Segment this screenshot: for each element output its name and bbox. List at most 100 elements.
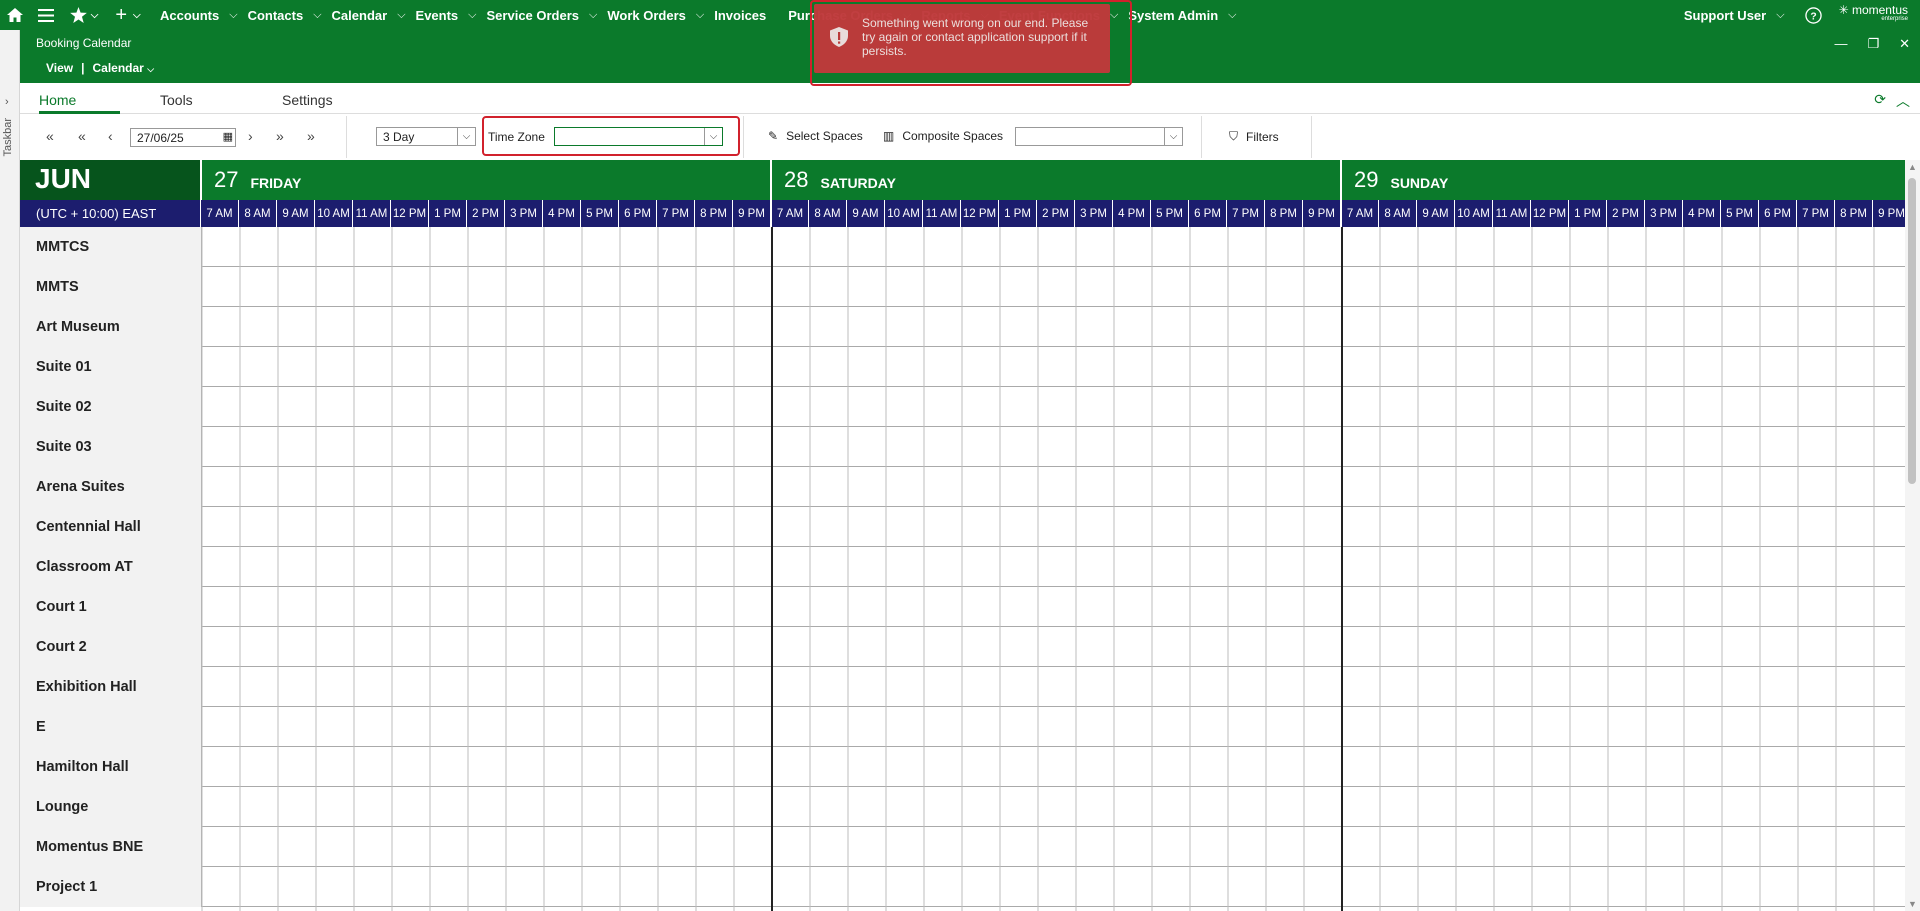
calendar-picker-icon[interactable]: ▦ <box>223 130 233 143</box>
filters-button[interactable]: ⛉ Filters <box>1229 129 1279 144</box>
space-row[interactable]: Hamilton Hall <box>20 747 1905 787</box>
hour-label: 2 PM <box>466 200 504 227</box>
day-header-3: 29 SUNDAY <box>1340 160 1905 200</box>
scroll-up-icon[interactable]: ▲ <box>1908 162 1917 172</box>
space-row[interactable]: Centennial Hall <box>20 507 1905 547</box>
space-label: E <box>20 707 202 747</box>
timezone-select[interactable]: ⌵ <box>554 127 723 146</box>
space-row[interactable]: E <box>20 707 1905 747</box>
minimize-icon[interactable]: — <box>1834 36 1847 52</box>
last-page-icon[interactable]: » <box>307 128 315 144</box>
date-field[interactable]: 27/06/25 ▦ <box>130 128 236 147</box>
space-row[interactable]: Classroom AT <box>20 547 1905 587</box>
filters-label: Filters <box>1246 129 1279 144</box>
chevron-down-icon[interactable]: ⌵ <box>457 128 475 145</box>
home-icon[interactable] <box>0 0 30 30</box>
space-row[interactable]: Suite 03 <box>20 427 1905 467</box>
hour-label: 9 PM <box>1872 200 1905 227</box>
refresh-icon[interactable]: ⟳ <box>1874 91 1886 111</box>
space-label: MMTCS <box>20 227 202 267</box>
hour-label: 7 PM <box>1226 200 1264 227</box>
hour-label: 1 PM <box>1568 200 1606 227</box>
nav-item-invoices[interactable]: Invoices <box>714 0 788 30</box>
nav-item-work-orders[interactable]: Work Orders ⌵ <box>607 0 714 30</box>
nav-item-label: Work Orders <box>607 7 686 23</box>
hour-label: 3 PM <box>504 200 542 227</box>
view-select[interactable]: 3 Day ⌵ <box>376 127 476 146</box>
timezone-row-label: (UTC + 10:00) EAST <box>20 200 200 227</box>
user-menu[interactable]: Support User ⌵ <box>1684 0 1795 30</box>
restore-icon[interactable]: ❐ <box>1867 36 1879 52</box>
nav-item-accounts[interactable]: Accounts ⌵ <box>160 0 248 30</box>
taskbar[interactable]: › Taskbar <box>0 30 20 911</box>
vertical-scrollbar[interactable]: ▲ ▼ <box>1905 160 1920 911</box>
space-row[interactable]: Lounge <box>20 787 1905 827</box>
space-row[interactable]: Exhibition Hall <box>20 667 1905 707</box>
hour-label: 3 PM <box>1644 200 1682 227</box>
scrollbar-thumb[interactable] <box>1908 178 1916 484</box>
tab-settings[interactable]: Settings <box>282 92 333 108</box>
error-toast[interactable]: Something went wrong on our end. Please … <box>814 4 1110 73</box>
day-number: 27 <box>214 167 239 192</box>
tab-tools[interactable]: Tools <box>160 92 193 108</box>
space-row[interactable]: Court 2 <box>20 627 1905 667</box>
hour-label: 1 PM <box>998 200 1036 227</box>
composite-spaces-button[interactable]: ▥ Composite Spaces <box>883 129 1003 143</box>
space-row[interactable]: Court 1 <box>20 587 1905 627</box>
space-row[interactable]: Momentus BNE <box>20 827 1905 867</box>
toolbar-separator <box>1311 116 1312 158</box>
next-week-icon[interactable]: » <box>276 128 284 144</box>
space-label: Exhibition Hall <box>20 667 202 707</box>
space-row[interactable]: MMTCS <box>20 227 1905 267</box>
nav-item-events[interactable]: Events ⌵ <box>416 0 487 30</box>
collapse-up-icon[interactable]: ︿ <box>1896 91 1910 111</box>
space-row[interactable]: MMTS <box>20 267 1905 307</box>
nav-item-system-admin[interactable]: System Admin ⌵ <box>1128 0 1246 30</box>
hamburger-menu-icon[interactable] <box>30 0 62 30</box>
hour-label: 3 PM <box>1074 200 1112 227</box>
next-day-icon[interactable]: › <box>248 128 253 144</box>
space-label: Suite 02 <box>20 387 202 427</box>
space-label: Centennial Hall <box>20 507 202 547</box>
brand-logo: ✳ momentus enterprise <box>1839 4 1908 24</box>
expand-arrow-icon[interactable]: › <box>5 96 9 108</box>
scroll-down-icon[interactable]: ▼ <box>1908 899 1917 909</box>
help-icon[interactable]: ? <box>1799 0 1829 30</box>
space-row[interactable]: Art Museum <box>20 307 1905 347</box>
hour-label: 10 AM <box>314 200 352 227</box>
toolbar-separator <box>743 116 744 158</box>
space-row[interactable]: Suite 02 <box>20 387 1905 427</box>
hour-label: 8 PM <box>1264 200 1302 227</box>
nav-item-label: Events <box>415 7 459 23</box>
view-value: 3 Day <box>383 130 415 144</box>
composite-spaces-select[interactable]: ⌵ <box>1015 127 1183 146</box>
ribbon-tabs: Home Tools Settings ⟳ ︿ <box>20 83 1920 114</box>
window-controls: — ❐ ✕ <box>1834 36 1910 52</box>
nav-item-service-orders[interactable]: Service Orders ⌵ <box>487 0 608 30</box>
view-menu[interactable]: View <box>46 61 73 75</box>
chevron-down-icon[interactable]: ⌵ <box>704 128 722 145</box>
prev-day-icon[interactable]: ‹ <box>108 128 113 144</box>
space-row[interactable]: Arena Suites <box>20 467 1905 507</box>
chevron-down-icon[interactable]: ⌵ <box>1164 128 1182 145</box>
hour-label: 10 AM <box>1454 200 1492 227</box>
brand-sub: enterprise <box>1881 16 1908 22</box>
favorites-star-icon[interactable]: ⌵ <box>62 0 106 30</box>
nav-item-contacts[interactable]: Contacts ⌵ <box>248 0 332 30</box>
toolbar-separator <box>346 116 347 158</box>
close-icon[interactable]: ✕ <box>1899 36 1910 52</box>
nav-item-calendar[interactable]: Calendar ⌵ <box>332 0 416 30</box>
first-page-icon[interactable]: « <box>46 128 54 144</box>
hour-label: 7 PM <box>1796 200 1834 227</box>
nav-item-label: System Admin <box>1128 7 1219 23</box>
select-spaces-button[interactable]: ✎ Select Spaces <box>768 129 863 143</box>
space-row[interactable]: Project 1 <box>20 867 1905 907</box>
tab-home[interactable]: Home <box>39 92 76 108</box>
space-row[interactable]: Suite 01 <box>20 347 1905 387</box>
add-new-icon[interactable]: + ⌵ <box>106 0 150 30</box>
calendar-menu[interactable]: Calendar ⌵ <box>93 61 155 75</box>
error-message: Something went wrong on our end. Please … <box>862 16 1089 58</box>
prev-week-icon[interactable]: « <box>78 128 86 144</box>
day-header-1: 27 FRIDAY <box>200 160 770 200</box>
space-label: Court 1 <box>20 587 202 627</box>
